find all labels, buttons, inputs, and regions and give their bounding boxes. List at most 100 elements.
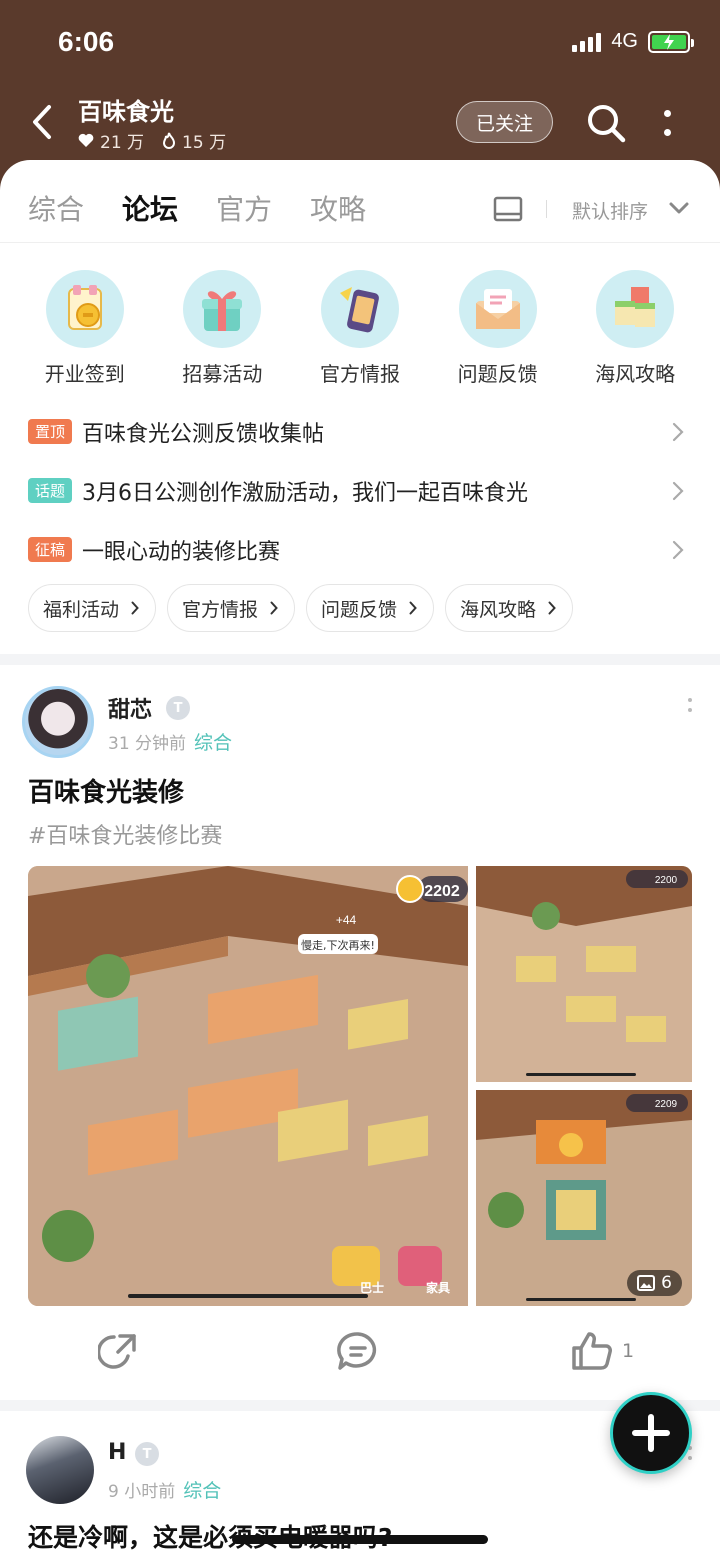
post-section[interactable]: 综合 xyxy=(194,732,232,754)
chevron-right-icon xyxy=(409,601,417,615)
pin-badge: 置顶 xyxy=(28,419,73,444)
post-title[interactable]: 百味食光装修 xyxy=(28,772,184,809)
category-feedback[interactable]: 问题反馈 xyxy=(429,270,567,387)
network-label: 4G xyxy=(611,30,638,52)
thumbs-up-icon xyxy=(572,1332,612,1370)
chevron-right-icon xyxy=(672,481,684,501)
category-guides[interactable]: 海风攻略 xyxy=(566,270,704,387)
layout-toggle-icon[interactable] xyxy=(493,196,523,222)
more-options-button[interactable] xyxy=(652,102,682,144)
chip-official[interactable]: 官方情报 xyxy=(167,584,296,632)
chevron-right-icon xyxy=(548,601,556,615)
pin-title: 百味食光公测反馈收集帖 xyxy=(82,421,325,447)
chevron-right-icon xyxy=(131,601,139,615)
sort-dropdown[interactable]: 默认排序 xyxy=(572,197,648,224)
pinned-post[interactable]: 征稿 一眼心动的装修比赛 xyxy=(28,520,692,579)
post-hashtag[interactable]: #百味食光装修比赛 xyxy=(28,818,222,850)
forum-stats: 21 万 15 万 xyxy=(78,128,226,153)
comment-button[interactable] xyxy=(336,1330,380,1372)
post-image-main[interactable]: 2202 慢走,下次再来! +44 巴士 家具 xyxy=(28,866,468,1306)
follow-button[interactable]: 已关注 xyxy=(456,101,553,143)
category-checkin[interactable]: 开业签到 xyxy=(16,270,154,387)
share-icon xyxy=(98,1334,136,1369)
category-official-news[interactable]: 官方情报 xyxy=(291,270,429,387)
category-shortcuts: 开业签到 招募活动 官方情报 问题反馈 海风攻略 xyxy=(16,270,704,387)
speech-bubble: 慢走,下次再来! xyxy=(301,938,375,952)
checkin-icon xyxy=(45,270,124,348)
category-label: 招募活动 xyxy=(182,362,263,386)
pin-badge: 话题 xyxy=(28,478,73,503)
coin-counter: 2209 xyxy=(655,1099,678,1110)
like-count: 1 xyxy=(622,1340,635,1362)
coin-counter: 2202 xyxy=(424,883,460,900)
search-icon xyxy=(588,105,626,143)
share-button[interactable] xyxy=(98,1330,140,1372)
post-section[interactable]: 综合 xyxy=(183,1480,221,1502)
tab-forum[interactable]: 论坛 xyxy=(122,188,179,231)
blocks-icon xyxy=(596,270,675,348)
plus-icon xyxy=(632,1414,670,1452)
home-indicator[interactable] xyxy=(232,1535,488,1544)
pinned-post[interactable]: 置顶 百味食光公测反馈收集帖 xyxy=(28,402,692,461)
chip-label: 官方情报 xyxy=(182,598,259,621)
signal-icon xyxy=(572,32,602,52)
like-button[interactable]: 1 xyxy=(570,1330,634,1372)
post-author[interactable]: H xyxy=(108,1440,126,1465)
post-meta: 9 小时前 综合 xyxy=(108,1476,221,1503)
section-divider xyxy=(0,654,720,665)
category-label: 问题反馈 xyxy=(457,362,538,386)
tab-bar: 综合 论坛 官方 攻略 xyxy=(28,188,366,231)
phone-news-icon xyxy=(320,270,399,348)
divider xyxy=(546,200,547,218)
gift-icon xyxy=(183,270,262,348)
chip-label: 问题反馈 xyxy=(321,598,398,621)
divider xyxy=(0,242,720,243)
heart-icon xyxy=(78,133,94,147)
category-recruit[interactable]: 招募活动 xyxy=(154,270,292,387)
image-count: 6 xyxy=(661,1273,672,1293)
tab-guides[interactable]: 攻略 xyxy=(310,188,366,228)
pin-title: 3月6日公测创作激励活动，我们一起百味食光 xyxy=(82,480,529,506)
pin-badge: 征稿 xyxy=(28,537,73,562)
section-divider xyxy=(0,1400,720,1411)
create-post-button[interactable] xyxy=(610,1392,692,1474)
status-indicators: 4G xyxy=(572,30,694,53)
back-button[interactable] xyxy=(22,100,62,144)
avatar[interactable] xyxy=(26,1436,94,1504)
post-image[interactable]: 2209 6 xyxy=(476,1090,692,1306)
chip-guides[interactable]: 海风攻略 xyxy=(445,584,574,632)
topic-chips: 福利活动 官方情报 问题反馈 海风攻略 xyxy=(28,584,574,632)
chip-feedback[interactable]: 问题反馈 xyxy=(306,584,435,632)
flame-icon xyxy=(163,132,176,149)
tab-official[interactable]: 官方 xyxy=(216,188,272,228)
furniture-label: 家具 xyxy=(426,1280,450,1295)
post-time: 9 小时前 xyxy=(108,1482,176,1502)
image-count-badge: 6 xyxy=(627,1270,682,1296)
status-time: 6:06 xyxy=(58,26,115,57)
image-icon xyxy=(637,1275,656,1291)
category-label: 开业签到 xyxy=(44,362,125,386)
post-more-button[interactable] xyxy=(688,698,694,712)
level-badge: T xyxy=(135,1442,159,1466)
category-label: 官方情报 xyxy=(319,362,400,386)
chip-welfare[interactable]: 福利活动 xyxy=(28,584,157,632)
pinned-posts: 置顶 百味食光公测反馈收集帖 话题 3月6日公测创作激励活动，我们一起百味食光 … xyxy=(28,402,692,579)
post-author[interactable]: 甜芯 xyxy=(108,692,152,724)
bonus-text: +44 xyxy=(336,913,357,927)
avatar[interactable] xyxy=(22,686,94,758)
chip-label: 福利活动 xyxy=(43,598,120,621)
comment-icon xyxy=(337,1332,377,1370)
level-badge: T xyxy=(166,696,190,720)
post-time: 31 分钟前 xyxy=(108,734,187,754)
envelope-icon xyxy=(458,270,537,348)
search-button[interactable] xyxy=(583,100,629,146)
pinned-post[interactable]: 话题 3月6日公测创作激励活动，我们一起百味食光 xyxy=(28,461,692,520)
post-image[interactable]: 2200 xyxy=(476,866,692,1082)
forum-title: 百味食光 xyxy=(78,98,174,126)
chevron-left-icon xyxy=(33,105,51,139)
tab-general[interactable]: 综合 xyxy=(28,188,84,228)
bus-label: 巴士 xyxy=(360,1280,384,1295)
chevron-down-icon[interactable] xyxy=(668,201,690,215)
chevron-right-icon xyxy=(672,540,684,560)
chip-label: 海风攻略 xyxy=(460,598,537,621)
